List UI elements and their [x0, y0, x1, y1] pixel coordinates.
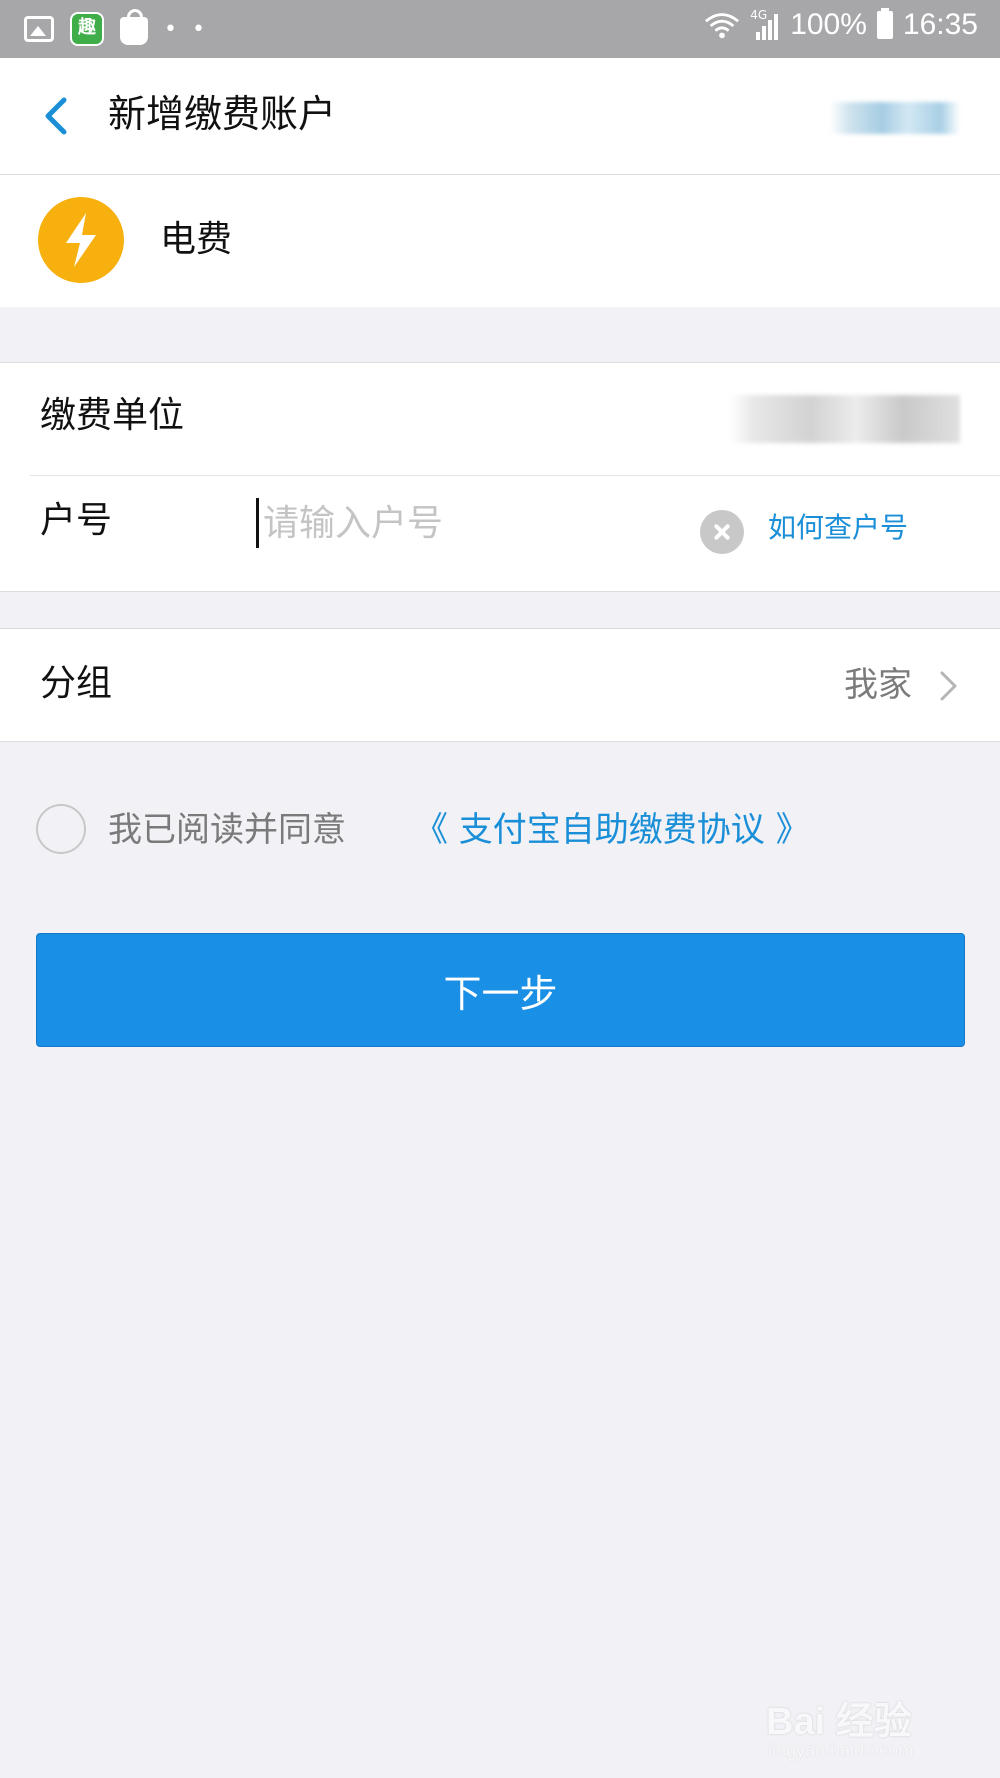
- shopping-bag-icon: [120, 9, 148, 45]
- status-bar-right: 4G 100% 16:35: [704, 8, 978, 42]
- gallery-icon: [24, 16, 54, 42]
- agreement-text: 我已阅读并同意: [108, 810, 346, 850]
- account-form: 缴费单位 户号 如何查户号: [0, 362, 1000, 592]
- group-row[interactable]: 分组 我家: [0, 628, 1000, 742]
- blurred-header-text: [830, 102, 960, 134]
- lightning-icon: [38, 197, 124, 283]
- payment-unit-label: 缴费单位: [40, 395, 185, 436]
- agreement-link[interactable]: 《 支付宝自助缴费协议 》: [414, 806, 810, 854]
- agreement-row: 我已阅读并同意 《 支付宝自助缴费协议 》: [36, 804, 936, 860]
- nav-bar: 新增缴费账户: [0, 58, 1000, 175]
- group-label: 分组: [40, 663, 113, 704]
- payment-unit-row[interactable]: 缴费单位: [0, 363, 1000, 475]
- chevron-right-icon: [940, 671, 957, 701]
- qu-app-icon: 趣: [70, 12, 104, 46]
- clear-icon[interactable]: [700, 510, 744, 554]
- account-number-label: 户号: [40, 500, 113, 541]
- more-dots-icon: • •: [164, 16, 209, 42]
- payment-unit-value: [730, 395, 960, 443]
- clock: 16:35: [902, 8, 978, 41]
- group-value: 我家: [844, 665, 912, 705]
- service-header: 电费: [0, 175, 1000, 307]
- back-arrow-icon[interactable]: [36, 94, 76, 138]
- next-step-button[interactable]: 下一步: [36, 933, 965, 1047]
- status-bar-left: 趣 • •: [24, 9, 209, 46]
- account-number-input[interactable]: [256, 498, 683, 548]
- battery-icon: [876, 8, 893, 39]
- baidu-watermark: Bai 经验 jingyan.baidu.com: [766, 1660, 966, 1760]
- page-title: 新增缴费账户: [108, 92, 337, 136]
- watermark-text: Bai 经验: [766, 1701, 912, 1743]
- signal-icon: 4G: [750, 8, 780, 40]
- service-name: 电费: [160, 219, 233, 260]
- watermark-url: jingyan.baidu.com: [768, 1740, 914, 1760]
- how-to-find-account-link[interactable]: 如何查户号: [768, 506, 908, 550]
- battery-percent: 100%: [790, 8, 867, 41]
- wifi-icon: [705, 13, 740, 39]
- account-number-row: 户号 如何查户号: [0, 476, 1000, 588]
- status-bar: 趣 • • 4G 100% 16:35: [0, 0, 1000, 58]
- agreement-checkbox[interactable]: [36, 804, 86, 854]
